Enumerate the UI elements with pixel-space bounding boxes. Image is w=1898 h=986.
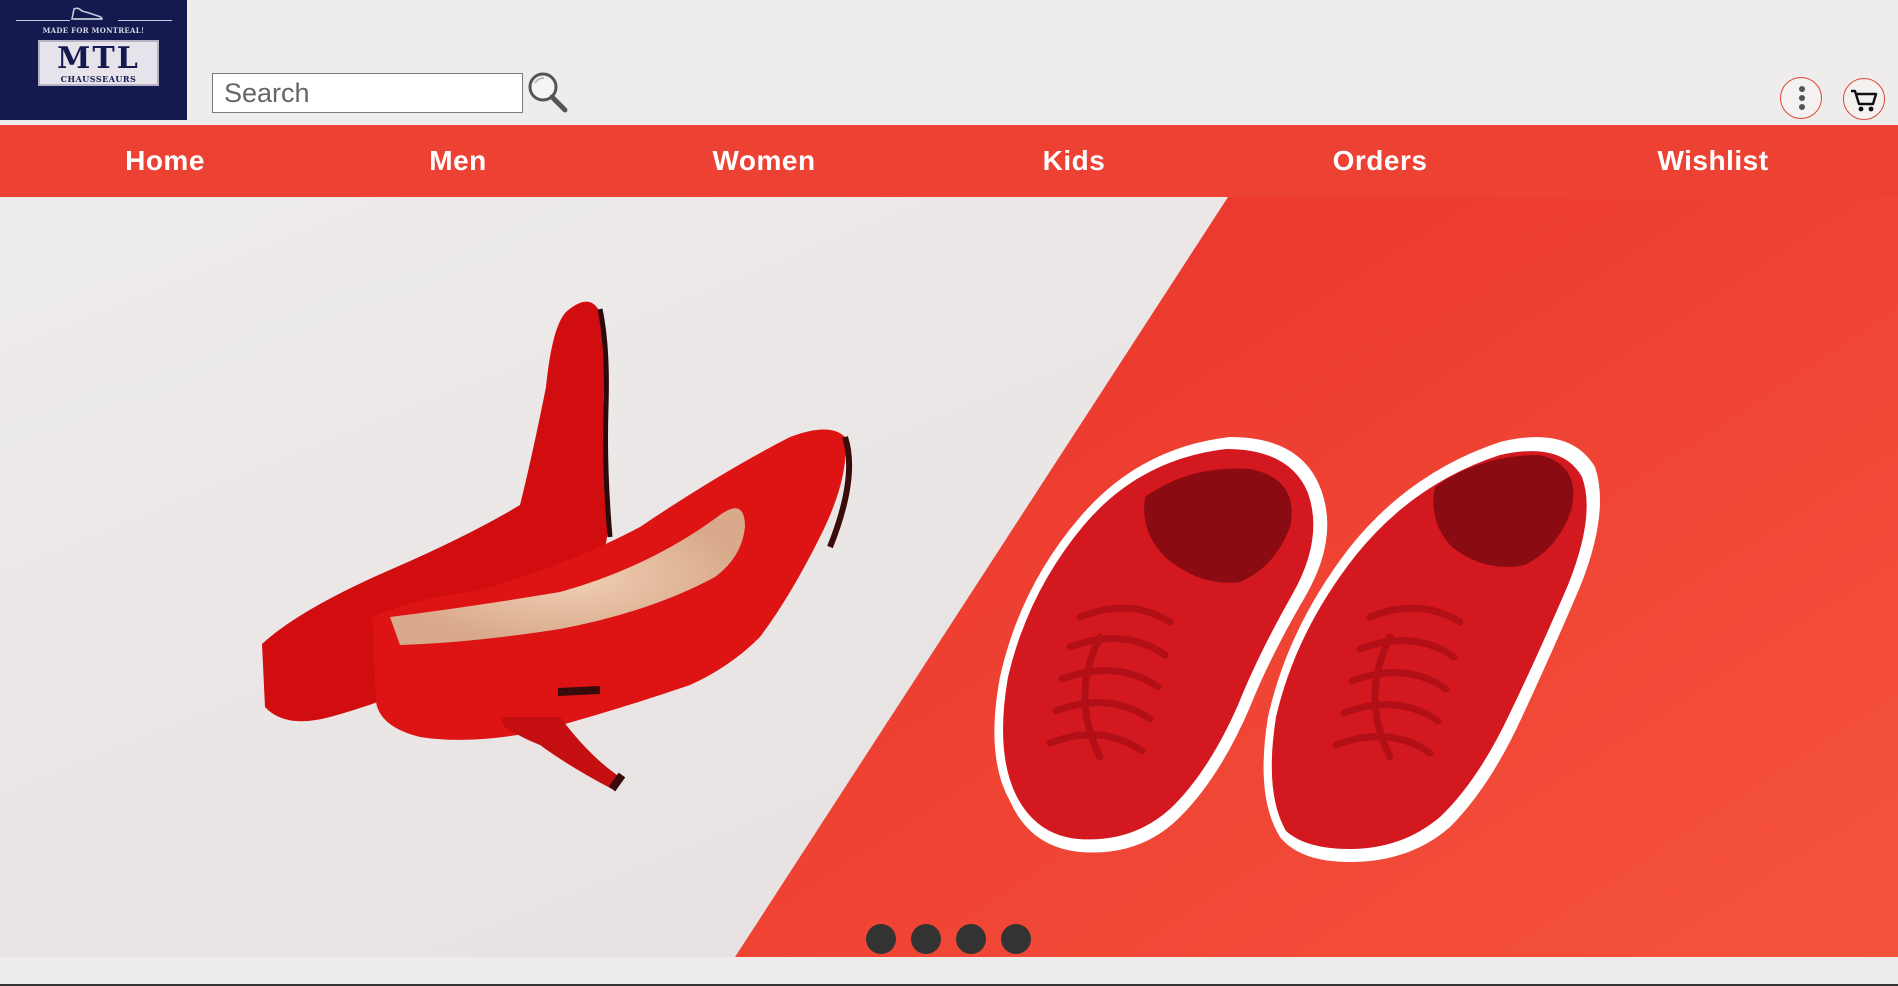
carousel-dot-2[interactable]: [911, 924, 941, 954]
page: MADE FOR MONTREAL! MTL CHAUSSEAURS Searc…: [0, 0, 1898, 986]
kebab-dot: [1799, 95, 1805, 101]
main-nav: Home Men Women Kids Orders Wishlist: [0, 125, 1898, 197]
logo-rule-left: [16, 20, 70, 21]
nav-item-kids[interactable]: Kids: [1043, 125, 1106, 197]
carousel-dot-1[interactable]: [866, 924, 896, 954]
logo-tagline: MADE FOR MONTREAL!: [42, 26, 145, 35]
nav-item-wishlist[interactable]: Wishlist: [1657, 125, 1768, 197]
red-heels-and-sneakers-image: [0, 197, 1898, 957]
magnifier-icon: [528, 72, 568, 113]
logo-badge: MTL CHAUSSEAURS: [38, 40, 159, 86]
header: MADE FOR MONTREAL! MTL CHAUSSEAURS: [0, 0, 1898, 124]
search-button[interactable]: [526, 70, 570, 114]
nav-item-home[interactable]: Home: [125, 125, 205, 197]
carousel-dot-3[interactable]: [956, 924, 986, 954]
brand-logo[interactable]: MADE FOR MONTREAL! MTL CHAUSSEAURS: [0, 0, 187, 120]
shopping-cart-icon: [1851, 89, 1878, 112]
logo-rule-right: [118, 20, 172, 21]
page-bottom-strip: [0, 957, 1898, 984]
nav-item-orders[interactable]: Orders: [1333, 125, 1428, 197]
cart-button[interactable]: [1843, 78, 1885, 120]
kebab-dot: [1799, 104, 1805, 110]
more-options-button[interactable]: [1780, 77, 1822, 119]
search-input[interactable]: [212, 73, 523, 113]
carousel-dot-4[interactable]: [1001, 924, 1031, 954]
nav-item-women[interactable]: Women: [712, 125, 815, 197]
nav-item-men[interactable]: Men: [429, 125, 487, 197]
kebab-dot: [1799, 86, 1805, 92]
logo-name: MTL: [57, 41, 140, 76]
hero-carousel[interactable]: [0, 197, 1898, 957]
carousel-indicators: [0, 924, 1898, 954]
